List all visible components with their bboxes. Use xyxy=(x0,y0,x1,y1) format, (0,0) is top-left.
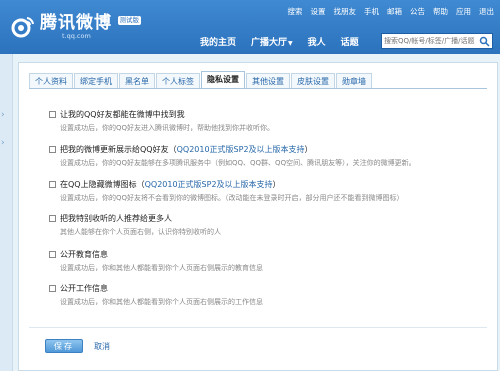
top-link-apps[interactable]: 应用 xyxy=(456,6,471,17)
option-title: 把我特别收听的人推荐给更多人 xyxy=(60,214,172,223)
option-title-text: 把我的微博更新展示给QQ好友（ xyxy=(60,145,177,154)
logo[interactable]: 腾讯微博 测试版 t.qq.com xyxy=(10,13,142,40)
option-checkbox[interactable] xyxy=(49,111,56,118)
option-public-education: 公开教育信息 设置成功后，你和其他人都能看到你个人页面右侧展示的教育信息 xyxy=(49,249,489,273)
top-link-find-friends[interactable]: 找朋友 xyxy=(334,6,357,17)
top-link-search[interactable]: 搜索 xyxy=(288,6,303,17)
top-header: 搜索 设置 找朋友 手机 邮箱 公告 帮助 应用 退出 腾讯微博 测试版 t.q… xyxy=(0,0,500,54)
option-title: 把我的微博更新展示给QQ好友（QQ2010正式版SP2及以上版本支持） xyxy=(60,144,313,155)
tab-privacy[interactable]: 隐私设置 xyxy=(201,71,245,88)
tab-profile[interactable]: 个人资料 xyxy=(29,73,73,88)
option-desc: 设置成功后，你的QQ好友能够在多项腾讯服务中（例如QQ、QQ群、QQ空间、腾讯朋… xyxy=(60,159,416,167)
option-desc: 设置成功后，你的QQ好友将不会看到你的微博图标。（改动能在未登录时开启，部分用户… xyxy=(60,194,404,202)
option-hide-qq-icon: 在QQ上隐藏微博图标（QQ2010正式版SP2及以上版本支持） 设置成功后，你的… xyxy=(49,179,489,203)
tab-skin[interactable]: 皮肤设置 xyxy=(291,73,335,88)
left-edge-glyph: › xyxy=(1,138,5,148)
search-icon[interactable] xyxy=(479,36,490,47)
tab-tags[interactable]: 个人标签 xyxy=(156,73,200,88)
top-link-settings[interactable]: 设置 xyxy=(311,6,326,17)
option-title: 让我的QQ好友都能在微博中找到我 xyxy=(60,110,185,119)
option-checkbox[interactable] xyxy=(49,181,56,188)
chevron-down-icon: ▼ xyxy=(288,40,293,47)
option-checkbox[interactable] xyxy=(49,215,56,222)
qq-version-link[interactable]: QQ2010正式版SP2及以上版本支持 xyxy=(145,180,273,189)
save-button[interactable]: 保存 xyxy=(45,339,83,353)
weibo-logo-icon xyxy=(11,17,34,38)
option-show-updates-to-qq: 把我的微博更新展示给QQ好友（QQ2010正式版SP2及以上版本支持） 设置成功… xyxy=(49,144,489,168)
option-checkbox[interactable] xyxy=(49,146,56,153)
actions-divider xyxy=(29,327,487,328)
search-box xyxy=(381,33,493,49)
qq-version-link[interactable]: QQ2010正式版SP2及以上版本支持 xyxy=(177,145,305,154)
logo-url: t.qq.com xyxy=(62,32,91,40)
settings-panel: 个人资料 绑定手机 黑名单 个人标签 隐私设置 其他设置 皮肤设置 勋章墙 让我… xyxy=(18,62,498,371)
option-title-text: ） xyxy=(272,180,281,189)
option-title: 公开工作信息 xyxy=(60,284,108,293)
option-title-text: ） xyxy=(304,145,313,154)
top-link-notice[interactable]: 公告 xyxy=(410,6,425,17)
tab-divider xyxy=(29,88,487,89)
search-input[interactable] xyxy=(382,34,482,48)
logo-text: 腾讯微博 xyxy=(40,13,112,33)
nav-plaza-label: 广播大厅 xyxy=(251,38,288,48)
nav-me[interactable]: 我人 xyxy=(308,35,326,48)
tab-medals[interactable]: 勋章墙 xyxy=(336,73,372,88)
top-link-help[interactable]: 帮助 xyxy=(433,6,448,17)
option-checkbox[interactable] xyxy=(49,285,56,292)
option-desc: 设置成功后，你的QQ好友进入腾讯微博时，帮助他找到你并收听你。 xyxy=(60,124,275,132)
nav-home[interactable]: 我的主页 xyxy=(200,35,236,48)
tab-blacklist[interactable]: 黑名单 xyxy=(119,73,155,88)
beta-badge: 测试版 xyxy=(117,16,142,25)
option-checkbox[interactable] xyxy=(49,251,56,258)
left-edge-strip: › › xyxy=(0,54,13,371)
nav-topic[interactable]: 话题 xyxy=(341,35,359,48)
top-link-logout[interactable]: 退出 xyxy=(479,6,494,17)
left-edge-glyph: › xyxy=(1,110,5,120)
option-recommend-followed: 把我特别收听的人推荐给更多人 其他人能够在你个人页面右侧，认识你特别收听的人 xyxy=(49,213,489,237)
option-public-work: 公开工作信息 设置成功后，你和其他人都能看到你个人页面右侧展示的工作信息 xyxy=(49,283,489,307)
option-title: 在QQ上隐藏微博图标（QQ2010正式版SP2及以上版本支持） xyxy=(60,179,281,190)
option-desc: 其他人能够在你个人页面右侧，认识你特别收听的人 xyxy=(60,228,221,236)
top-link-mobile[interactable]: 手机 xyxy=(364,6,379,17)
option-title: 公开教育信息 xyxy=(60,250,108,259)
top-links: 搜索 设置 找朋友 手机 邮箱 公告 帮助 应用 退出 xyxy=(288,6,495,17)
nav-plaza[interactable]: 广播大厅▼ xyxy=(251,35,293,48)
tab-bind-mobile[interactable]: 绑定手机 xyxy=(74,73,118,88)
tab-other-settings[interactable]: 其他设置 xyxy=(246,73,290,88)
option-find-by-qq: 让我的QQ好友都能在微博中找到我 设置成功后，你的QQ好友进入腾讯微博时，帮助他… xyxy=(49,109,489,133)
option-desc: 设置成功后，你和其他人都能看到你个人页面右侧展示的教育信息 xyxy=(60,264,263,272)
settings-tabs: 个人资料 绑定手机 黑名单 个人标签 隐私设置 其他设置 皮肤设置 勋章墙 xyxy=(29,71,372,88)
top-link-mail[interactable]: 邮箱 xyxy=(387,6,402,17)
option-desc: 设置成功后，你和其他人都能看到你个人页面右侧展示的工作信息 xyxy=(60,298,263,306)
cancel-link[interactable]: 取消 xyxy=(94,341,110,352)
main-nav: 我的主页 广播大厅▼ 我人 话题 xyxy=(200,35,359,48)
option-title-text: 在QQ上隐藏微博图标（ xyxy=(60,180,145,189)
